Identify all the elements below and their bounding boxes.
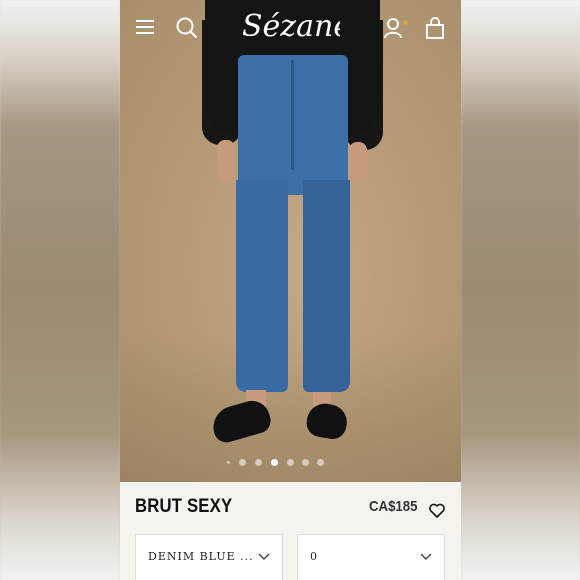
chevron-down-icon	[420, 553, 432, 560]
mobile-screen: Sézane BRUT SEXY CA$185 DENIM BLUE ... 0	[120, 0, 461, 580]
product-info-panel: BRUT SEXY CA$185 DENIM BLUE ... 0	[120, 482, 461, 580]
top-nav: Sézane	[120, 0, 461, 60]
carousel-dot[interactable]	[255, 459, 262, 466]
size-select[interactable]: 0	[297, 534, 445, 580]
product-price: CA$185	[369, 498, 418, 515]
carousel-dot[interactable]	[302, 459, 309, 466]
product-name: BRUT SEXY	[135, 496, 233, 517]
carousel-dot[interactable]	[287, 459, 294, 466]
product-image[interactable]	[120, 0, 461, 482]
chevron-down-icon	[258, 553, 270, 560]
heart-icon[interactable]	[429, 503, 445, 518]
brand-logo[interactable]: Sézane	[240, 10, 340, 44]
account-icon[interactable]	[383, 17, 403, 39]
carousel-dot[interactable]	[227, 461, 230, 464]
cart-indicator	[403, 20, 408, 25]
size-select-value: 0	[310, 550, 318, 563]
blurred-background-right	[461, 0, 580, 580]
svg-text:Sézane: Sézane	[242, 10, 340, 44]
carousel-dots	[227, 459, 327, 467]
carousel-dot[interactable]	[317, 459, 324, 466]
cart-icon[interactable]	[425, 17, 445, 39]
menu-icon[interactable]	[136, 20, 154, 34]
blurred-background-left	[0, 0, 120, 580]
carousel-dot-active[interactable]	[271, 459, 278, 466]
carousel-dot[interactable]	[239, 459, 246, 466]
color-select-value: DENIM BLUE ...	[148, 550, 254, 563]
color-select[interactable]: DENIM BLUE ...	[135, 534, 283, 580]
search-icon[interactable]	[176, 17, 198, 39]
